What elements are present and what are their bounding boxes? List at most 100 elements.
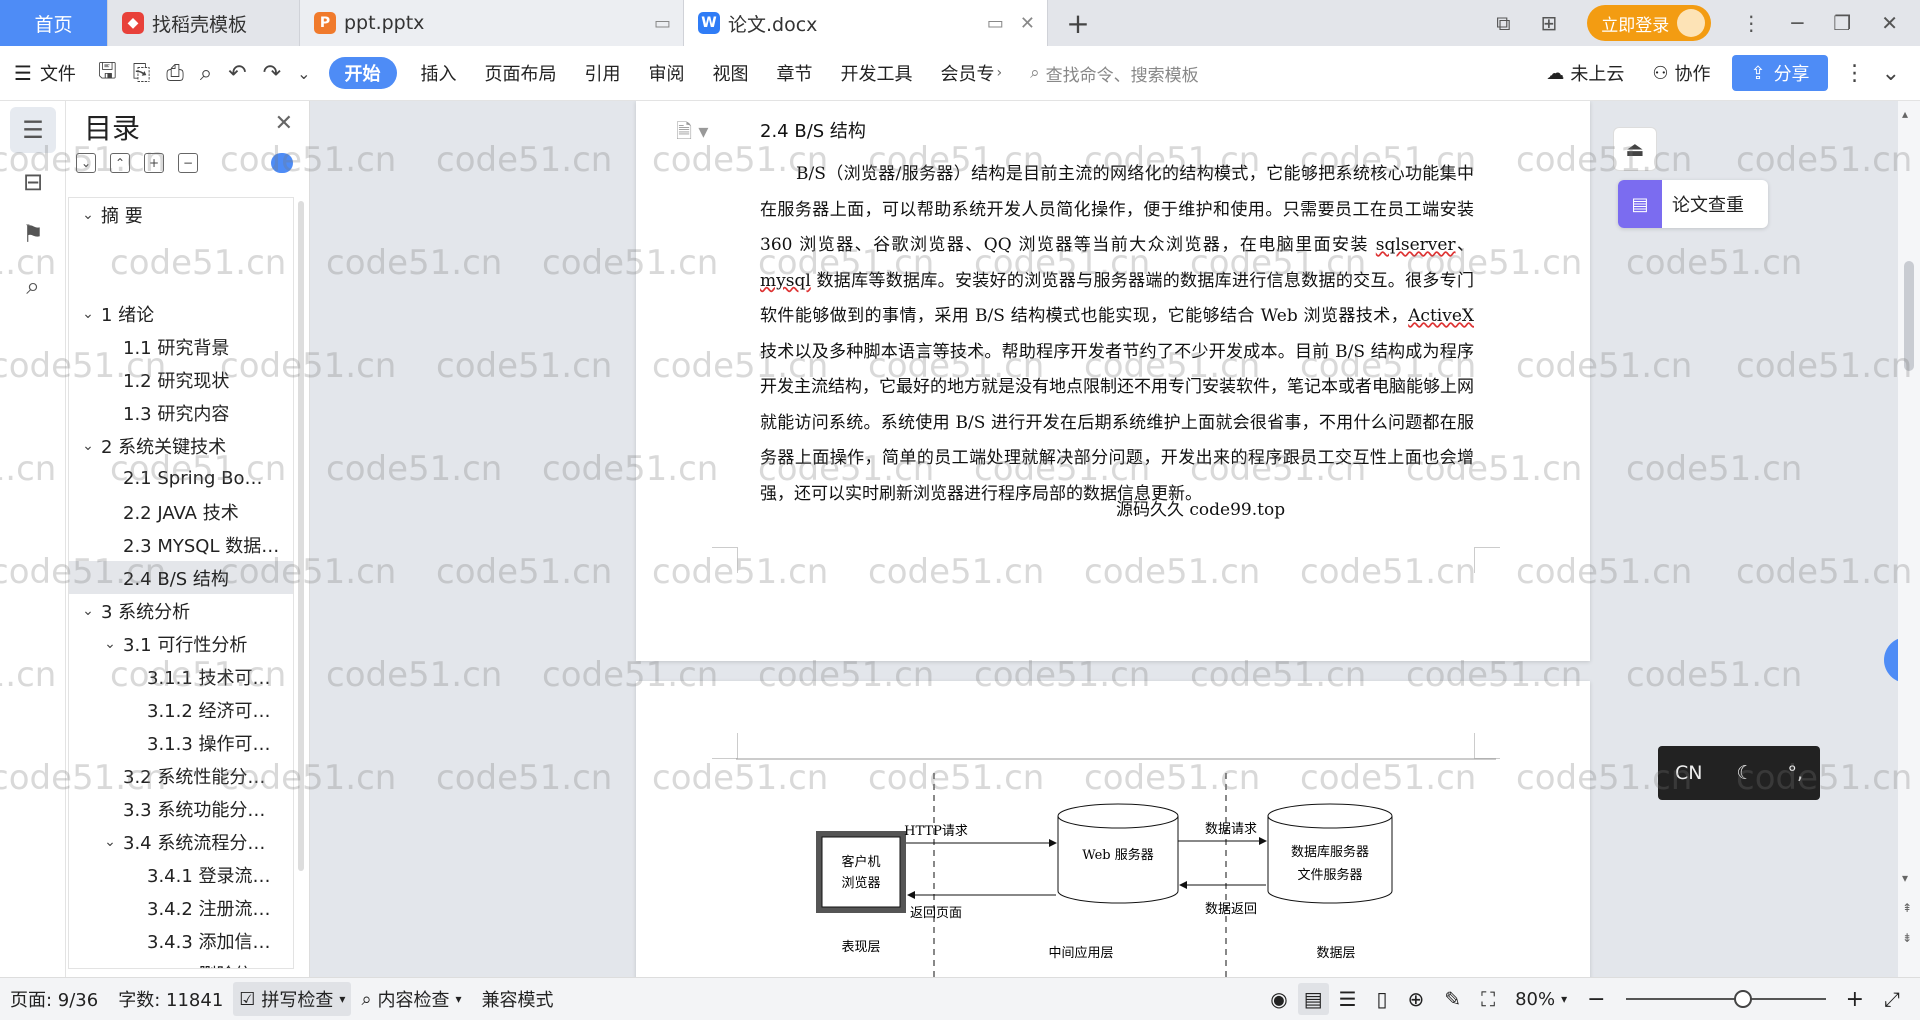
fullscreen-icon[interactable]: ⤢	[1874, 987, 1910, 1011]
command-search[interactable]: ⌕ 查找命令、搜索模板	[1016, 61, 1199, 86]
bookmark-icon[interactable]: ⚑	[10, 211, 56, 257]
toc-item[interactable]: 3.1.2 经济可…	[69, 693, 293, 726]
toc-item[interactable]: ⌄ 摘 要	[69, 198, 293, 231]
new-tab-button[interactable]: +	[1048, 0, 1108, 46]
toc-item[interactable]: 2.1 Spring Bo…	[69, 462, 293, 495]
toc-item[interactable]: ⌄ 3 系统分析	[69, 594, 293, 627]
page-menu-icon[interactable]: 🗎 ▾	[676, 117, 708, 151]
collapse-ribbon-icon[interactable]: ⌄	[1874, 61, 1908, 86]
moon-icon[interactable]: ☾	[1736, 762, 1753, 784]
file-menu[interactable]: ☰ 文件	[0, 46, 90, 101]
read-mode-icon[interactable]: ▯	[1367, 987, 1398, 1011]
tab-chapter[interactable]: 章节	[763, 46, 827, 101]
write-mode-icon[interactable]: ✎	[1434, 987, 1471, 1011]
toc-item[interactable]: 1.1 研究背景	[69, 330, 293, 363]
bs-architecture-diagram[interactable]: 客户机 浏览器 Web 服务器 数据库服务器 文件服务器 HTTP请求 返回页面…	[636, 681, 1590, 977]
ime-language[interactable]: CN	[1675, 762, 1702, 784]
punctuation-icon[interactable]: °,	[1787, 762, 1803, 784]
export-icon[interactable]: ⎘	[125, 61, 159, 86]
tab-home[interactable]: 首页	[0, 0, 108, 46]
more-icon[interactable]: ⋮	[1836, 61, 1874, 86]
find-icon[interactable]: ⌕	[10, 263, 56, 309]
close-window-icon[interactable]: ✕	[1881, 11, 1898, 35]
tab-developer[interactable]: 开发工具	[827, 46, 927, 101]
tab-insert[interactable]: 插入	[407, 46, 471, 101]
chevron-down-icon[interactable]: ⌄	[79, 603, 97, 619]
toc-item[interactable]: ⌄ 3.4 系统流程分…	[69, 825, 293, 858]
eye-protect-icon[interactable]: ◉	[1260, 987, 1297, 1011]
cloud-status[interactable]: ☁ 未上云	[1532, 46, 1638, 101]
tab-doc[interactable]: W 论文.docx ▭ ✕	[684, 0, 1048, 46]
scrollbar-thumb[interactable]	[1904, 261, 1914, 371]
outline-view-icon[interactable]: ☰	[1329, 987, 1367, 1011]
toc-item[interactable]: 3.4.3 添加信…	[69, 924, 293, 957]
zoom-out-icon[interactable]: −	[1577, 987, 1615, 1012]
zoom-in-icon[interactable]: +	[1836, 987, 1874, 1012]
toc-item[interactable]: ⌄ 1 绪论	[69, 297, 293, 330]
tab-member[interactable]: 会员专 ›	[927, 46, 1017, 101]
tab-view[interactable]: 视图	[699, 46, 763, 101]
next-page-icon[interactable]: ⇟	[1902, 931, 1912, 945]
prev-page-icon[interactable]: ⇞	[1902, 901, 1912, 915]
close-icon[interactable]: ✕	[275, 111, 293, 136]
content-check-button[interactable]: ⌕ 内容检查 ▾	[351, 986, 471, 1012]
screen-icon[interactable]: ▭	[654, 13, 671, 34]
toc-item[interactable]: 3.3 系统功能分…	[69, 792, 293, 825]
chevron-down-icon[interactable]: ⌄	[79, 438, 97, 454]
zoom-slider-knob[interactable]	[1733, 990, 1752, 1008]
scroll-down-icon[interactable]: ▾	[1902, 871, 1908, 885]
ai-toc-icon[interactable]	[271, 153, 293, 173]
login-button[interactable]: 立即登录	[1587, 5, 1712, 41]
toc-item[interactable]: 1.2 研究现状	[69, 363, 293, 396]
zoom-level[interactable]: 80% ▾	[1505, 989, 1577, 1010]
toc-item[interactable]: ⌄ 3.1 可行性分析	[69, 627, 293, 660]
toc-item[interactable]: 3.4.2 注册流…	[69, 891, 293, 924]
tab-page-layout[interactable]: 页面布局	[471, 46, 571, 101]
toc-item[interactable]: 3.2 系统性能分…	[69, 759, 293, 792]
tab-review[interactable]: 审阅	[635, 46, 699, 101]
apps-grid-icon[interactable]: ⊞	[1540, 11, 1557, 35]
collapse-panel-button[interactable]: ⏏	[1613, 127, 1657, 171]
minimize-icon[interactable]: ─	[1791, 11, 1803, 35]
remove-heading-icon[interactable]: −	[178, 153, 198, 173]
chapter-nav-icon[interactable]: ⊟	[10, 159, 56, 205]
toc-item[interactable]	[69, 231, 293, 264]
toc-item[interactable]: 2.2 JAVA 技术	[69, 495, 293, 528]
chevron-down-icon[interactable]: ⌄	[289, 64, 318, 83]
save-icon[interactable]: 🖫	[90, 54, 125, 92]
toc-item[interactable]: 3.1.3 操作可…	[69, 726, 293, 759]
toc-item[interactable]: 3.4.4 删除信…	[69, 957, 293, 969]
chevron-down-icon[interactable]: ⌄	[79, 207, 97, 223]
add-heading-icon[interactable]: +	[144, 153, 164, 173]
word-count[interactable]: 字数: 11841	[108, 986, 233, 1012]
expand-all-icon[interactable]: ⌄	[76, 153, 96, 173]
zoom-slider[interactable]	[1625, 990, 1826, 1008]
web-view-icon[interactable]: ⊕	[1398, 987, 1435, 1011]
paper-check-button[interactable]: ▤ 论文查重	[1618, 180, 1768, 228]
toc-item[interactable]: 1.3 研究内容	[69, 396, 293, 429]
tab-start[interactable]: 开始	[328, 57, 397, 89]
collapse-all-icon[interactable]: ⌃	[110, 153, 130, 173]
section-heading[interactable]: 2.4 B/S 结构	[760, 117, 866, 143]
spell-check-button[interactable]: ☑ 拼写检查 ▾	[233, 982, 352, 1016]
layout-icon[interactable]: ⧉	[1496, 11, 1510, 35]
chevron-down-icon[interactable]: ⌄	[101, 834, 119, 850]
toc-scrollbar[interactable]	[298, 201, 304, 871]
vertical-scrollbar[interactable]: ▴ ▾ ⇞ ⇟	[1898, 101, 1920, 977]
undo-icon[interactable]: ↶	[220, 61, 254, 86]
print-preview-icon[interactable]: ⌕	[192, 61, 220, 86]
collab-button[interactable]: ⚇ 协作	[1638, 46, 1724, 101]
scroll-up-icon[interactable]: ▴	[1902, 107, 1908, 121]
tab-daoke-templates[interactable]: ◆ 找稻壳模板	[108, 0, 300, 46]
toc-item[interactable]	[69, 264, 293, 297]
body-paragraph[interactable]: B/S（浏览器/服务器）结构是目前主流的网络化的结构模式，它能够把系统核心功能集…	[760, 157, 1474, 512]
screen-icon[interactable]: ▭	[987, 13, 1004, 34]
fit-page-icon[interactable]: ⛶	[1471, 987, 1505, 1011]
page-view-icon[interactable]: ▤	[1297, 983, 1329, 1015]
menu-icon[interactable]: ⋮	[1741, 11, 1761, 35]
toc-item[interactable]: 3.4.1 登录流…	[69, 858, 293, 891]
chevron-down-icon[interactable]: ⌄	[101, 636, 119, 652]
tab-ppt[interactable]: P ppt.pptx ▭	[300, 0, 684, 46]
redo-icon[interactable]: ↷	[255, 61, 289, 86]
share-button[interactable]: ⇪ 分享	[1732, 55, 1828, 91]
